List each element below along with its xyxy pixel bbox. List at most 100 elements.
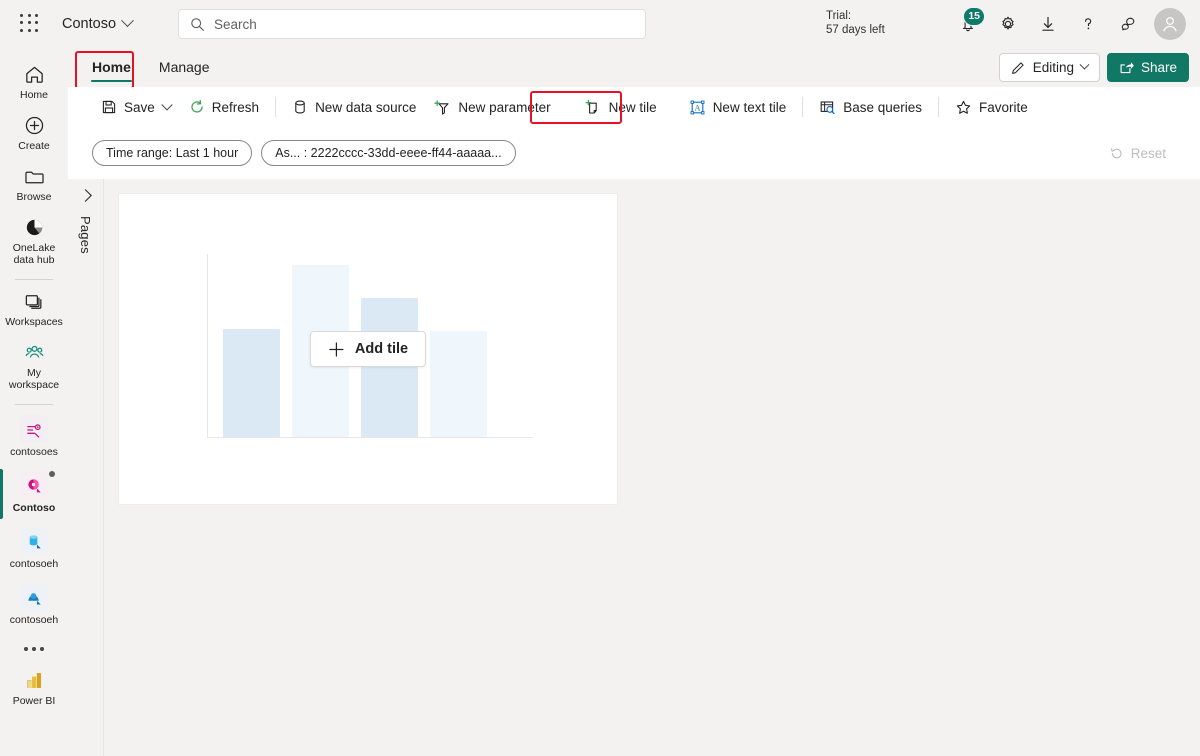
- parameter-label: As... : 2222cccc-33dd-eeee-ff44-aaaaa...: [275, 146, 502, 160]
- share-label: Share: [1140, 60, 1177, 75]
- sidebar-item-label: Workspaces: [5, 316, 63, 328]
- chart-bar: [430, 331, 487, 437]
- new-text-tile-label: New text tile: [712, 99, 787, 115]
- filter-bar: Time range: Last 1 hour As... : 2222cccc…: [68, 127, 1200, 179]
- search-input[interactable]: Search: [178, 9, 646, 39]
- sidebar-item-home[interactable]: Home: [0, 57, 68, 108]
- download-icon[interactable]: [1028, 4, 1068, 44]
- save-disk-icon: [102, 100, 116, 114]
- app-launcher-icon[interactable]: [20, 13, 40, 34]
- plus-circle-icon: [25, 116, 43, 135]
- add-tile-label: Add tile: [354, 341, 409, 357]
- sidebar-item-label: Power BI: [12, 695, 56, 707]
- save-label: Save: [124, 99, 155, 115]
- notification-count-badge: 15: [963, 6, 985, 26]
- ribbon-tabs: Home Manage Editing Share: [68, 47, 1200, 89]
- tab-home[interactable]: Home: [78, 47, 145, 87]
- search-icon: [191, 17, 204, 31]
- left-navigation: Home Create Browse OneLake data hub Work…: [0, 47, 68, 756]
- reset-label: Reset: [1130, 145, 1166, 161]
- editing-label: Editing: [1032, 60, 1074, 75]
- chevron-right-icon[interactable]: [79, 189, 92, 202]
- tab-manage[interactable]: Manage: [145, 47, 224, 87]
- sidebar-item-contosoeh-lakehouse[interactable]: contosoeh: [0, 521, 68, 577]
- chevron-down-icon: [1079, 59, 1090, 70]
- parameter-filter-pill[interactable]: As... : 2222cccc-33dd-eeee-ff44-aaaaa...: [261, 140, 516, 166]
- user-avatar[interactable]: [1154, 7, 1186, 40]
- sidebar-item-onelake-data-hub[interactable]: OneLake data hub: [0, 210, 68, 273]
- main-content: Home Manage Editing Share Save Refresh N…: [68, 47, 1200, 756]
- pages-panel-label: Pages: [78, 216, 93, 254]
- time-range-label: Time range: Last 1 hour: [106, 146, 239, 160]
- trial-label: Trial:: [826, 10, 852, 22]
- dashboard-canvas: Pages Add tile: [68, 179, 1200, 756]
- workspace-brand-label: Contoso: [62, 15, 117, 32]
- command-separator-2: [802, 97, 804, 117]
- help-question-icon[interactable]: [1068, 4, 1108, 44]
- new-parameter-button[interactable]: New parameter: [425, 91, 559, 123]
- sidebar-item-label: Contoso: [12, 502, 56, 514]
- new-data-source-button[interactable]: New data source: [283, 91, 425, 123]
- command-separator: [275, 97, 277, 117]
- sidebar-item-my-workspace[interactable]: My workspace: [0, 335, 68, 398]
- chart-x-axis: [207, 437, 533, 438]
- power-bi-icon: [26, 673, 41, 688]
- new-tile-button[interactable]: New tile: [576, 91, 666, 123]
- tab-label: Home: [92, 59, 131, 75]
- sidebar-item-label: Browse: [16, 191, 52, 203]
- sidebar-item-label: OneLake data hub: [12, 242, 56, 266]
- trial-status: Trial: 57 days left: [826, 9, 912, 37]
- sidebar-item-label: Create: [18, 140, 50, 152]
- reset-history-icon: [1110, 147, 1122, 158]
- sidebar-more-options-icon[interactable]: [24, 633, 44, 661]
- sidebar-item-label: contosoeh: [9, 614, 59, 626]
- save-button[interactable]: Save: [92, 91, 180, 123]
- command-separator-3: [938, 97, 940, 117]
- base-queries-button[interactable]: Base queries: [810, 91, 931, 123]
- new-data-source-label: New data source: [315, 99, 417, 115]
- tab-label: Manage: [158, 59, 210, 75]
- refresh-button[interactable]: Refresh: [180, 91, 268, 123]
- notifications-bell-icon[interactable]: 15: [948, 4, 988, 44]
- star-icon: [956, 100, 971, 114]
- top-bar-actions: 15: [948, 0, 1186, 47]
- sidebar-item-contosoes[interactable]: contosoes: [0, 409, 68, 465]
- plus-icon: [329, 341, 344, 357]
- feedback-icon[interactable]: [1108, 4, 1148, 44]
- refresh-label: Refresh: [211, 99, 260, 115]
- tile-area: Add tile: [104, 179, 1200, 756]
- chevron-down-icon: [121, 14, 134, 28]
- sidebar-item-label: contosoes: [10, 446, 58, 458]
- sidebar-item-label: My workspace: [8, 367, 60, 391]
- favorite-button[interactable]: Favorite: [946, 91, 1037, 123]
- unsaved-changes-dot-icon: [49, 471, 55, 477]
- sidebar-item-browse[interactable]: Browse: [0, 159, 68, 210]
- sidebar-item-create[interactable]: Create: [0, 108, 68, 159]
- sidebar-item-power-bi[interactable]: Power BI: [0, 663, 68, 714]
- eventhouse-icon: [20, 583, 48, 611]
- pencil-icon: [1011, 62, 1024, 74]
- workspace-brand-button[interactable]: Contoso: [62, 14, 134, 32]
- workspaces-icon: [25, 295, 41, 309]
- empty-tile-placeholder: Add tile: [118, 193, 618, 505]
- refresh-icon: [191, 99, 203, 113]
- add-tile-button[interactable]: Add tile: [309, 331, 427, 367]
- database-icon: [295, 100, 305, 114]
- my-workspace-icon: [24, 345, 44, 358]
- time-range-filter-pill[interactable]: Time range: Last 1 hour: [92, 140, 253, 166]
- reset-button[interactable]: Reset: [1101, 140, 1174, 166]
- share-button[interactable]: Share: [1106, 53, 1189, 82]
- new-text-tile-button[interactable]: A New text tile: [680, 91, 796, 123]
- trial-days-left: 57 days left: [826, 24, 885, 36]
- chart-bar: [361, 298, 418, 437]
- sidebar-item-contoso[interactable]: Contoso: [0, 465, 68, 521]
- top-bar: Contoso Search Trial: 57 days left 15: [0, 0, 1200, 47]
- sidebar-item-contosoeh-eventhouse[interactable]: contosoeh: [0, 577, 68, 633]
- settings-gear-icon[interactable]: [988, 4, 1028, 44]
- folder-icon: [24, 171, 44, 184]
- share-icon: [1120, 62, 1134, 74]
- sidebar-item-workspaces[interactable]: Workspaces: [0, 284, 68, 335]
- chart-bar: [223, 329, 280, 437]
- editing-mode-button[interactable]: Editing: [998, 53, 1100, 82]
- sidebar-divider: [15, 279, 53, 280]
